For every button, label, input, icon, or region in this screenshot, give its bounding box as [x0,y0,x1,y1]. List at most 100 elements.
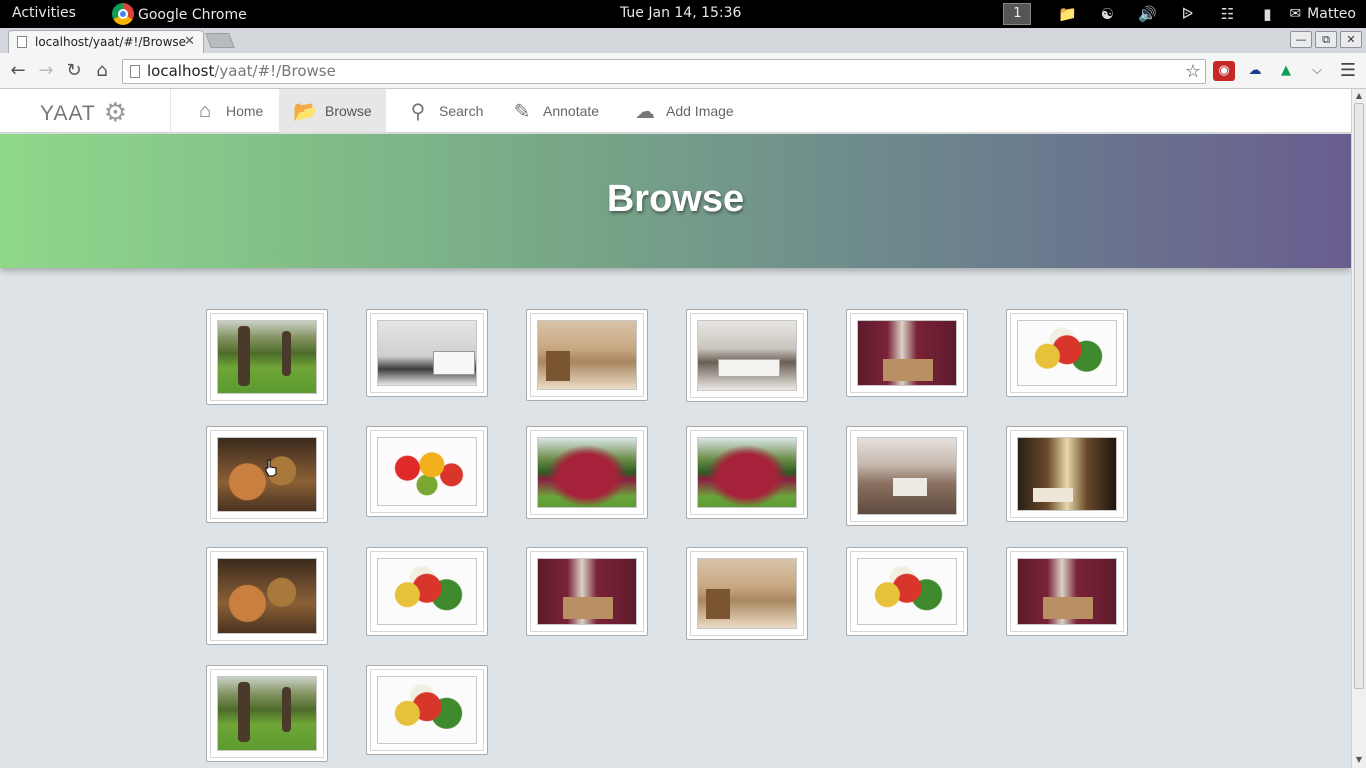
thumbnail-image[interactable] [537,320,637,390]
thumbnail-image[interactable] [217,320,317,394]
gallery-item[interactable] [846,547,968,636]
scrollbar-thumb[interactable] [1354,103,1364,689]
reload-icon[interactable]: ↻ [62,59,86,83]
gallery-item[interactable] [1006,426,1128,522]
user-name: Matteo [1307,6,1356,22]
pencil-icon: ✎ [513,100,531,123]
thumbnail-image[interactable] [377,676,477,744]
network-icon[interactable]: ☷ [1207,5,1247,23]
pocket-icon[interactable]: ⌵ [1306,61,1328,81]
maximize-button[interactable]: ⧉ [1315,31,1337,48]
thumbnail-image[interactable] [697,558,797,629]
brand[interactable]: YAAT ⚙ [40,97,129,128]
app-menu-label: Google Chrome [138,7,247,23]
user-menu[interactable]: ✉ Matteo [1289,6,1356,22]
gallery-item[interactable] [366,309,488,397]
close-window-button[interactable]: ✕ [1340,31,1362,48]
battery-icon[interactable]: ▮ [1247,5,1287,23]
clock[interactable]: Tue Jan 14, 15:36 [620,5,741,21]
nav-home[interactable]: ⌂ Home [180,89,277,133]
navbar-divider [170,89,171,133]
mouse-pointer-icon [265,459,277,477]
nav-add-image-label: Add Image [666,103,734,119]
gear-icon: ⚙ [103,97,129,127]
nav-home-label: Home [226,103,264,119]
system-top-bar: Activities Google Chrome Tue Jan 14, 15:… [0,0,1366,28]
thumbnail-image[interactable] [377,558,477,625]
address-bar[interactable]: localhost/yaat/#!/Browse ☆ [122,59,1206,84]
google-drive-icon[interactable]: ▲ [1275,61,1297,81]
tab-close-icon[interactable]: ✕ [184,34,195,49]
nav-annotate-label: Annotate [543,103,600,119]
gallery-item[interactable] [526,426,648,519]
url-path: /yaat/#!/Browse [214,62,336,80]
gallery-item[interactable] [526,309,648,401]
files-icon[interactable]: 📁 [1047,5,1087,23]
system-tray: 1 📁 ☯ 🔊 ᐉ ☷ ▮ ✉ Matteo [1003,0,1356,28]
thumbnail-image[interactable] [217,676,317,751]
thumbnail-image[interactable] [697,320,797,391]
tab-title: localhost/yaat/#!/Browse [35,35,187,49]
gallery-item[interactable] [686,309,808,402]
thumbnail-image[interactable] [217,558,317,634]
page-scrollbar[interactable]: ▲ ▼ [1351,89,1366,768]
page-icon [17,36,27,48]
thumbnail-image[interactable] [537,437,637,508]
thumbnail-image[interactable] [1017,320,1117,386]
gallery-item[interactable] [846,426,968,526]
extension-mask-icon[interactable]: ◉ [1213,61,1235,81]
gallery-item[interactable] [686,426,808,519]
app-menu[interactable]: Google Chrome [112,3,247,25]
thumbnail-image[interactable] [1017,437,1117,511]
nav-annotate[interactable]: ✎ Annotate [497,89,613,133]
gallery-item[interactable] [526,547,648,636]
nav-browse[interactable]: 📂 Browse [279,89,386,133]
thumbnail-image[interactable] [377,320,477,386]
home-icon: ⌂ [198,99,212,122]
bookmark-star-icon[interactable]: ☆ [1185,60,1201,83]
window-controls: — ⧉ ✕ [1290,31,1362,48]
user-chat-icon: ✉ [1289,6,1302,22]
gallery-item[interactable] [1006,309,1128,397]
browser-toolbar: ← → ↻ ⌂ localhost/yaat/#!/Browse ☆ ◉ ☁ ▲… [0,53,1366,89]
thumbnail-image[interactable] [857,558,957,625]
scroll-up-arrow-icon[interactable]: ▲ [1352,91,1366,100]
new-tab-button[interactable] [205,33,235,48]
nav-search[interactable]: ⚲ Search [393,89,497,133]
thumbnail-image[interactable] [1017,558,1117,625]
bluetooth-icon[interactable]: ᐉ [1167,5,1207,23]
gallery-item[interactable] [206,309,328,405]
gallery-item[interactable] [846,309,968,397]
accessibility-icon[interactable]: ☯ [1087,5,1127,23]
browser-tab[interactable]: localhost/yaat/#!/Browse ✕ [8,30,204,53]
workspace-indicator[interactable]: 1 [1003,3,1032,25]
gallery-item[interactable] [1006,547,1128,636]
volume-icon[interactable]: 🔊 [1127,5,1167,23]
page-info-icon[interactable] [130,65,140,78]
web-page: YAAT ⚙ ⌂ Home 📂 Browse ⚲ Search ✎ Annota… [0,89,1351,768]
thumbnail-image[interactable] [857,320,957,386]
gallery-item[interactable] [366,426,488,517]
extension-cloud-icon[interactable]: ☁ [1244,61,1266,81]
cloud-upload-icon: ☁ [635,100,655,123]
thumbnail-image[interactable] [537,558,637,625]
gallery-item[interactable] [366,547,488,636]
minimize-button[interactable]: — [1290,31,1312,48]
gallery-item[interactable] [686,547,808,640]
activities-button[interactable]: Activities [12,5,76,21]
forward-icon[interactable]: → [34,59,58,83]
scroll-down-arrow-icon[interactable]: ▼ [1352,755,1366,764]
thumbnail-image[interactable] [377,437,477,506]
chrome-menu-icon[interactable]: ☰ [1337,61,1359,81]
page-header-banner: Browse [0,134,1351,268]
gallery-item[interactable] [206,665,328,762]
chrome-logo-icon [112,3,134,25]
search-icon: ⚲ [410,100,426,123]
back-icon[interactable]: ← [6,59,30,83]
thumbnail-image[interactable] [697,437,797,508]
home-icon[interactable]: ⌂ [90,59,114,83]
thumbnail-image[interactable] [857,437,957,515]
nav-add-image[interactable]: ☁ Add Image [620,89,748,133]
gallery-item[interactable] [206,547,328,645]
gallery-item[interactable] [366,665,488,755]
